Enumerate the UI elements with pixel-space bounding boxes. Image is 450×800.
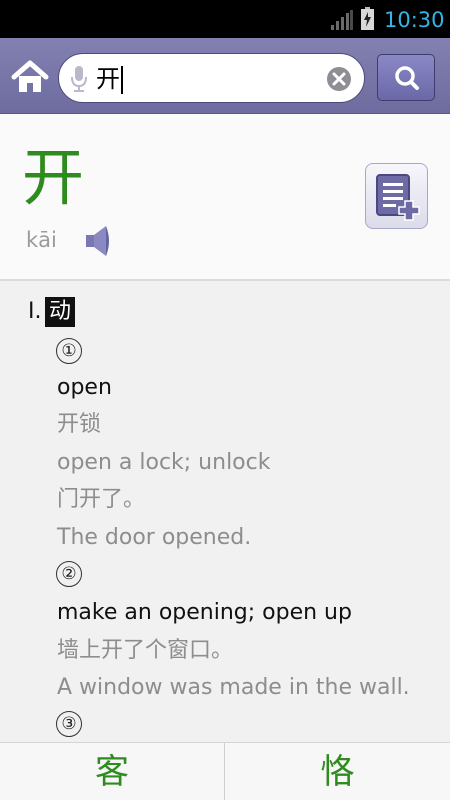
headword-panel: 开 kāi <box>0 114 450 281</box>
next-word-button[interactable]: 恪 <box>225 743 450 800</box>
example-english: open a lock; unlock <box>57 450 271 475</box>
headword: 开 <box>22 141 85 214</box>
part-of-speech-tag: 动 <box>45 297 75 327</box>
example-chinese: 墙上开了个窗口。 <box>57 638 234 663</box>
add-to-wordbook-icon <box>376 174 420 221</box>
clear-icon[interactable] <box>326 66 352 92</box>
battery-charging-icon <box>361 7 374 30</box>
sense-number: ① <box>56 338 82 364</box>
search-button[interactable] <box>377 54 435 101</box>
example-chinese: 开锁 <box>57 412 102 437</box>
search-header: 开 <box>0 38 450 114</box>
part-of-speech-number: I. <box>28 299 42 324</box>
search-input[interactable]: 开 <box>96 62 120 96</box>
definitions-panel: I. 动 ① open 开锁 open a lock; unlock 门开了。 … <box>0 281 450 742</box>
text-cursor <box>121 66 123 94</box>
example-chinese: 门开了。 <box>57 487 146 512</box>
example-english: The door opened. <box>57 525 252 550</box>
sense-gloss: open <box>57 375 112 400</box>
home-icon <box>11 60 49 92</box>
search-icon <box>395 66 419 90</box>
add-to-wordbook-button[interactable] <box>365 163 428 229</box>
previous-word-button[interactable]: 客 <box>0 743 224 800</box>
status-bar: 10:30 <box>0 0 450 38</box>
bottom-nav: 客 恪 <box>0 742 450 800</box>
example-english: A window was made in the wall. <box>57 675 410 700</box>
signal-icon <box>331 10 353 30</box>
sense-number: ③ <box>56 711 82 737</box>
status-clock: 10:30 <box>384 8 445 32</box>
search-field[interactable]: 开 <box>58 53 365 103</box>
pinyin: kāi <box>26 228 57 252</box>
home-button[interactable] <box>10 59 50 95</box>
sense-gloss: make an opening; open up <box>57 600 352 625</box>
speaker-icon[interactable] <box>84 224 112 258</box>
sense-number: ② <box>56 561 82 587</box>
mic-icon[interactable] <box>71 65 87 93</box>
